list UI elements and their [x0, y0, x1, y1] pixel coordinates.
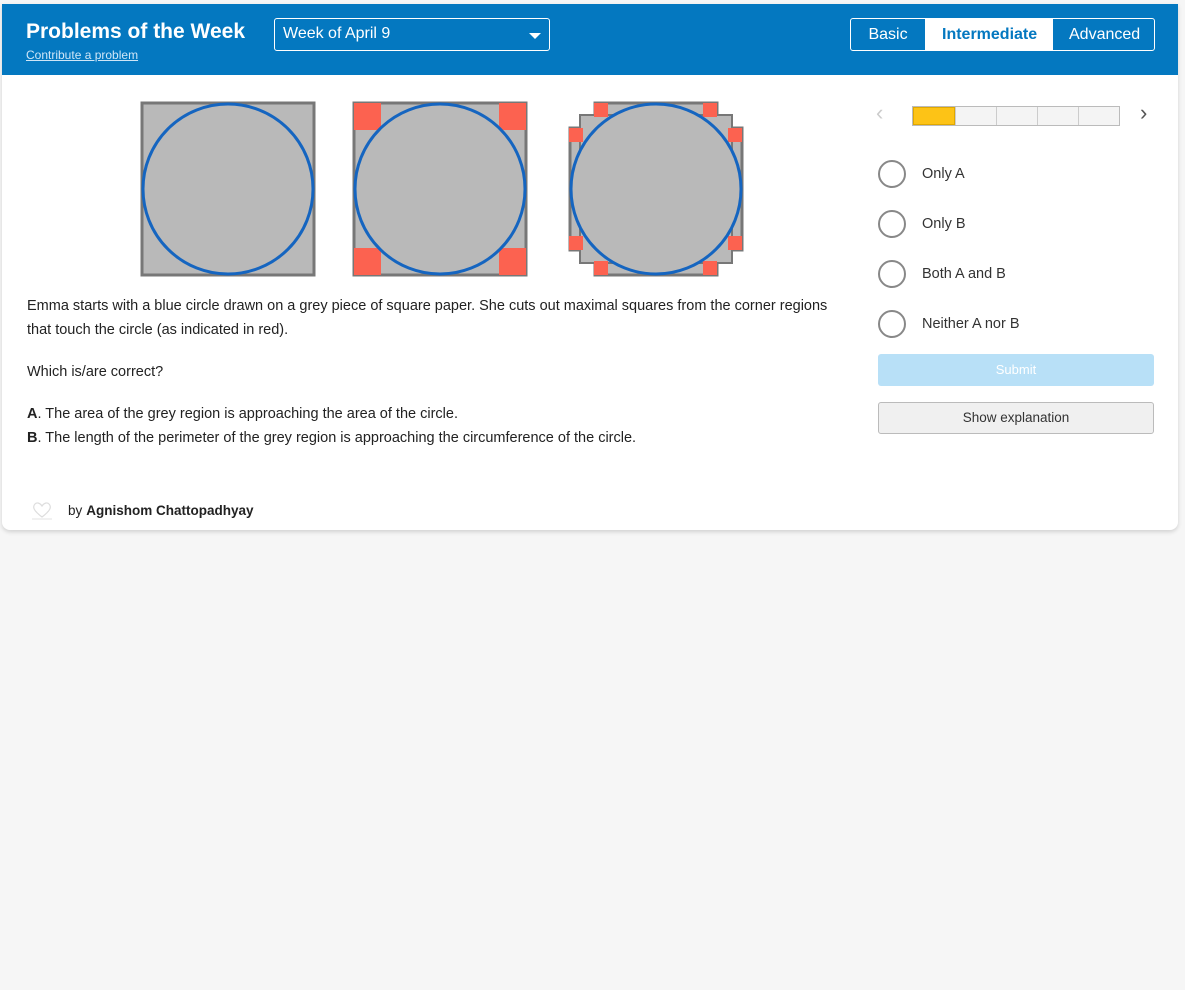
- progress-segment-4[interactable]: [1037, 107, 1078, 125]
- chevron-down-icon: [529, 33, 541, 39]
- radio-button[interactable]: [878, 210, 906, 238]
- option-only-b[interactable]: Only B: [878, 199, 1168, 249]
- author-name[interactable]: Agnishom Chattopadhyay: [86, 503, 253, 518]
- figure-step-1: [140, 101, 316, 277]
- show-explanation-button[interactable]: Show explanation: [878, 402, 1154, 434]
- progress-segment-3[interactable]: [996, 107, 1037, 125]
- week-dropdown[interactable]: Week of April 9: [274, 18, 550, 51]
- figure-step-3: [568, 101, 744, 277]
- claim-a-text: . The area of the grey region is approac…: [37, 406, 458, 422]
- problem-text: Emma starts with a blue circle drawn on …: [27, 294, 847, 450]
- radio-button[interactable]: [878, 310, 906, 338]
- option-label: Both A and B: [922, 266, 1006, 282]
- level-intermediate-button[interactable]: Intermediate: [925, 19, 1052, 50]
- option-label: Neither A nor B: [922, 316, 1020, 332]
- author-prefix: by: [68, 502, 83, 518]
- answer-options: Only A Only B Both A and B Neither A nor…: [878, 149, 1168, 349]
- contribute-link[interactable]: Contribute a problem: [26, 48, 138, 62]
- progress-segment-5[interactable]: [1078, 107, 1119, 125]
- problem-card: Problems of the Week Contribute a proble…: [2, 4, 1178, 530]
- claim-b-key: B: [27, 430, 38, 446]
- progress-track: [912, 106, 1120, 126]
- author-avatar: [32, 502, 52, 520]
- level-basic-button[interactable]: Basic: [851, 19, 925, 50]
- header-bar: Problems of the Week Contribute a proble…: [2, 4, 1178, 75]
- chevron-right-icon[interactable]: ›: [1140, 100, 1147, 126]
- progress-segment-1[interactable]: [913, 107, 955, 125]
- problem-pager: ‹ ›: [870, 100, 1160, 130]
- page-title: Problems of the Week: [26, 20, 246, 43]
- problem-question: Which is/are correct?: [27, 364, 164, 380]
- option-label: Only B: [922, 216, 966, 232]
- progress-segment-2[interactable]: [955, 107, 996, 125]
- radio-button[interactable]: [878, 160, 906, 188]
- level-toggle: Basic Intermediate Advanced: [850, 18, 1155, 51]
- option-neither[interactable]: Neither A nor B: [878, 299, 1168, 349]
- figure-step-2: [352, 101, 528, 277]
- week-dropdown-value: Week of April 9: [283, 25, 391, 42]
- author-credit: by Agnishom Chattopadhyay: [28, 498, 254, 522]
- option-both[interactable]: Both A and B: [878, 249, 1168, 299]
- claim-b-text: . The length of the perimeter of the gre…: [37, 430, 637, 446]
- option-only-a[interactable]: Only A: [878, 149, 1168, 199]
- problem-statement: Emma starts with a blue circle drawn on …: [27, 298, 828, 338]
- problem-figure: [140, 101, 744, 277]
- submit-button[interactable]: Submit: [878, 354, 1154, 386]
- claim-b: B. The length of the perimeter of the gr…: [27, 426, 847, 450]
- radio-button[interactable]: [878, 260, 906, 288]
- claim-a: A. The area of the grey region is approa…: [27, 402, 847, 426]
- level-advanced-button[interactable]: Advanced: [1052, 19, 1154, 50]
- chevron-left-icon[interactable]: ‹: [876, 100, 883, 126]
- option-label: Only A: [922, 166, 965, 182]
- claim-a-key: A: [27, 406, 38, 422]
